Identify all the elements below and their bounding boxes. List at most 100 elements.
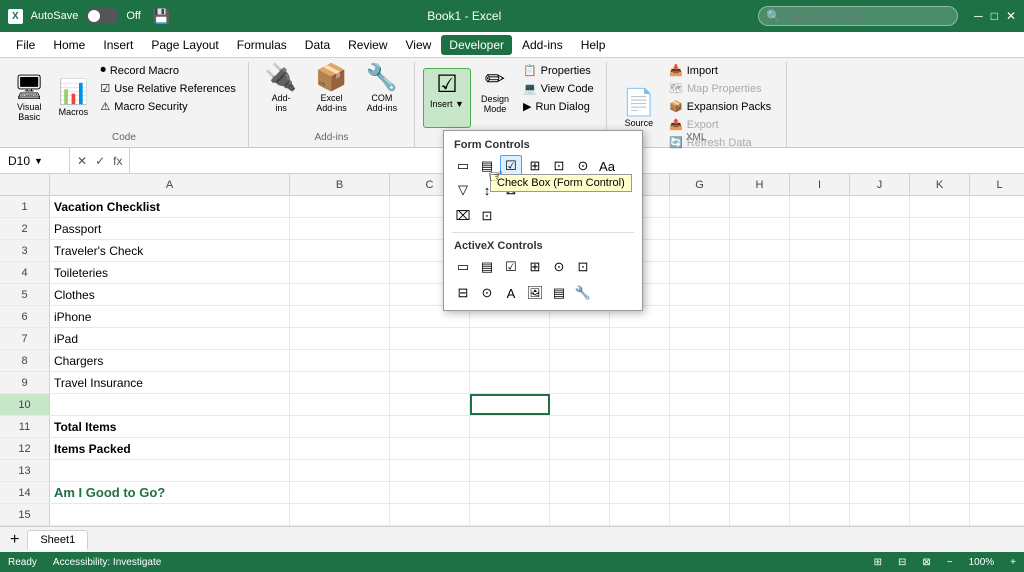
cell-b2[interactable] (290, 218, 390, 239)
cell-k13[interactable] (910, 460, 970, 481)
cell-h9[interactable] (730, 372, 790, 393)
col-header-i[interactable]: I (790, 174, 850, 195)
cell-l8[interactable] (970, 350, 1024, 371)
cell-l2[interactable] (970, 218, 1024, 239)
cell-h14[interactable] (730, 482, 790, 503)
cell-k12[interactable] (910, 438, 970, 459)
cell-i2[interactable] (790, 218, 850, 239)
menu-file[interactable]: File (8, 35, 43, 55)
ax-text-icon[interactable]: ⊙ (548, 256, 570, 278)
record-macro-button[interactable]: ⏺ Record Macro (96, 62, 240, 79)
cell-f13[interactable] (610, 460, 670, 481)
cell-f14[interactable] (610, 482, 670, 503)
cell-e9[interactable] (550, 372, 610, 393)
cell-h1[interactable] (730, 196, 790, 217)
cell-f11[interactable] (610, 416, 670, 437)
add-ins-button[interactable]: 🔌 Add-ins (257, 66, 305, 126)
cell-k8[interactable] (910, 350, 970, 371)
save-icon[interactable]: 💾 (153, 8, 170, 25)
cell-k6[interactable] (910, 306, 970, 327)
col-header-k[interactable]: K (910, 174, 970, 195)
cell-l3[interactable] (970, 240, 1024, 261)
cell-h11[interactable] (730, 416, 790, 437)
menu-formulas[interactable]: Formulas (229, 35, 295, 55)
cell-k11[interactable] (910, 416, 970, 437)
cell-d7[interactable] (470, 328, 550, 349)
cell-j14[interactable] (850, 482, 910, 503)
cell-d12[interactable] (470, 438, 550, 459)
cell-b3[interactable] (290, 240, 390, 261)
cell-a8[interactable]: Chargers (50, 350, 290, 371)
cell-j15[interactable] (850, 504, 910, 525)
cell-a3[interactable]: Traveler's Check (50, 240, 290, 261)
cell-e10[interactable] (550, 394, 610, 415)
insert-function-button[interactable]: fx (110, 154, 125, 168)
excel-add-ins-button[interactable]: 📦 ExcelAdd-ins (307, 66, 355, 126)
cell-e11[interactable] (550, 416, 610, 437)
cell-l10[interactable] (970, 394, 1024, 415)
menu-insert[interactable]: Insert (95, 35, 141, 55)
cell-c7[interactable] (390, 328, 470, 349)
cell-i4[interactable] (790, 262, 850, 283)
cell-g4[interactable] (670, 262, 730, 283)
maximize-icon[interactable]: □ (991, 9, 998, 23)
cell-b15[interactable] (290, 504, 390, 525)
cell-a11[interactable]: Total Items (50, 416, 290, 437)
cell-j12[interactable] (850, 438, 910, 459)
ax-scroll-icon[interactable]: ⊡ (572, 256, 594, 278)
autosave-toggle[interactable] (86, 8, 118, 24)
cell-b1[interactable] (290, 196, 390, 217)
cell-j4[interactable] (850, 262, 910, 283)
cell-e12[interactable] (550, 438, 610, 459)
cell-b9[interactable] (290, 372, 390, 393)
cell-c11[interactable] (390, 416, 470, 437)
menu-view[interactable]: View (398, 35, 440, 55)
cell-l7[interactable] (970, 328, 1024, 349)
cell-d14[interactable] (470, 482, 550, 503)
cell-k2[interactable] (910, 218, 970, 239)
cell-j2[interactable] (850, 218, 910, 239)
ax-check-icon[interactable]: ☑ (500, 256, 522, 278)
cell-c15[interactable] (390, 504, 470, 525)
cell-l4[interactable] (970, 262, 1024, 283)
close-icon[interactable]: ✕ (1006, 9, 1016, 23)
cell-g9[interactable] (670, 372, 730, 393)
cell-g11[interactable] (670, 416, 730, 437)
cell-e14[interactable] (550, 482, 610, 503)
macros-button[interactable]: 📊 Macros (52, 68, 94, 128)
run-dialog-button[interactable]: ▶ Run Dialog (519, 98, 598, 115)
menu-review[interactable]: Review (340, 35, 395, 55)
cell-k3[interactable] (910, 240, 970, 261)
cell-b14[interactable] (290, 482, 390, 503)
cell-h7[interactable] (730, 328, 790, 349)
add-sheet-button[interactable]: + (4, 531, 25, 549)
com-add-ins-button[interactable]: 🔧 COMAdd-ins (358, 66, 406, 126)
cell-i11[interactable] (790, 416, 850, 437)
cell-a5[interactable]: Clothes (50, 284, 290, 305)
cell-j5[interactable] (850, 284, 910, 305)
col-header-l[interactable]: L (970, 174, 1024, 195)
cell-f15[interactable] (610, 504, 670, 525)
cell-j11[interactable] (850, 416, 910, 437)
export-button[interactable]: 📤 Export (665, 116, 775, 133)
import-button[interactable]: 📥 Import (665, 62, 775, 79)
cell-g14[interactable] (670, 482, 730, 503)
cell-e13[interactable] (550, 460, 610, 481)
cell-b12[interactable] (290, 438, 390, 459)
cell-a14[interactable]: Am I Good to Go? (50, 482, 290, 503)
cell-e8[interactable] (550, 350, 610, 371)
cell-f9[interactable] (610, 372, 670, 393)
expansion-packs-button[interactable]: 📦 Expansion Packs (665, 98, 775, 115)
cell-c9[interactable] (390, 372, 470, 393)
cell-a13[interactable] (50, 460, 290, 481)
confirm-formula-button[interactable]: ✓ (92, 154, 108, 168)
cell-l13[interactable] (970, 460, 1024, 481)
cell-b10[interactable] (290, 394, 390, 415)
cell-b11[interactable] (290, 416, 390, 437)
cell-h15[interactable] (730, 504, 790, 525)
cell-j8[interactable] (850, 350, 910, 371)
minimize-icon[interactable]: ─ (974, 9, 983, 23)
cell-d8[interactable] (470, 350, 550, 371)
cell-g2[interactable] (670, 218, 730, 239)
cell-g10[interactable] (670, 394, 730, 415)
